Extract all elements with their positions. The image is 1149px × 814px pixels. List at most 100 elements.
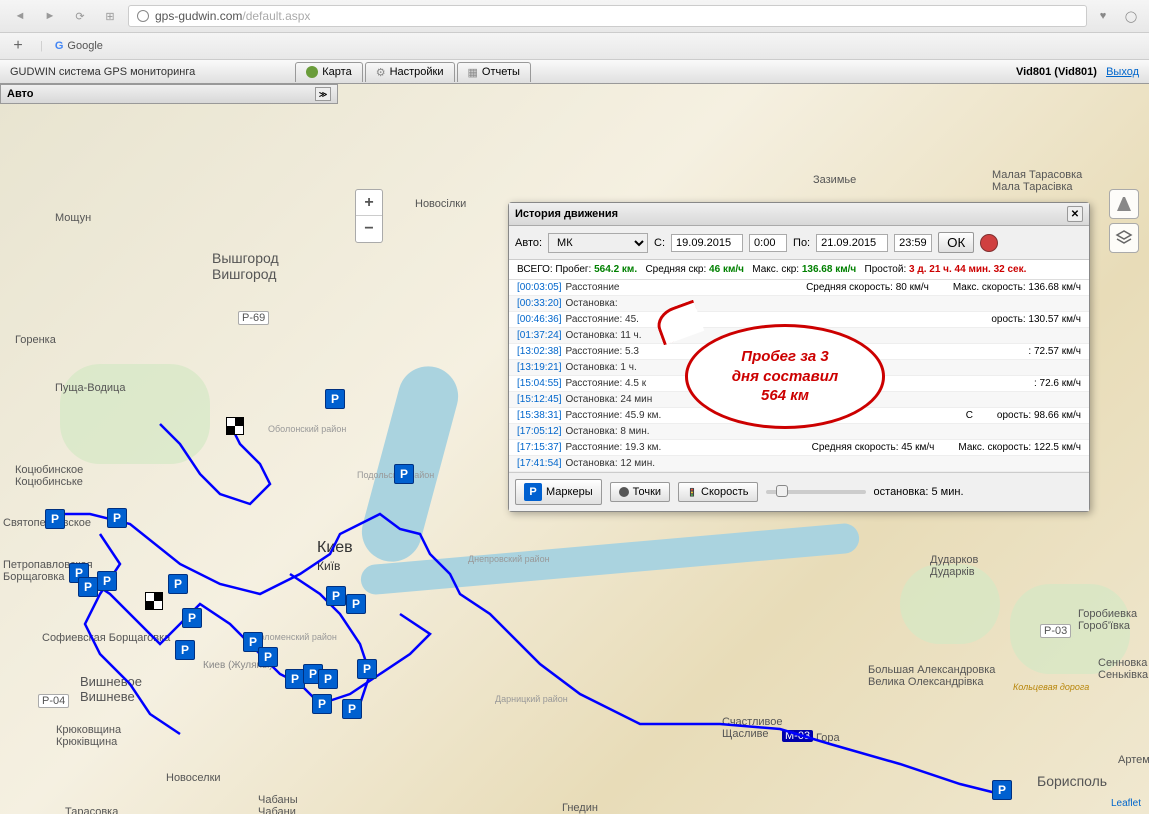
road-p69: Р-69	[238, 311, 269, 325]
parking-marker[interactable]: P	[182, 608, 202, 628]
city-gnedin: ГнединГнідин	[562, 802, 598, 814]
district-dneprovsky: Днепровский район	[468, 554, 550, 564]
globe-icon	[137, 10, 149, 22]
parking-marker[interactable]: P	[78, 577, 98, 597]
settings-icon: ⚙	[376, 66, 386, 79]
new-tab-button[interactable]: +	[8, 37, 28, 55]
district-solomensky: Соломенский район	[253, 632, 337, 642]
city-kiev: КиевКиїв	[317, 539, 353, 575]
parking-marker[interactable]: P	[175, 640, 195, 660]
history-row[interactable]: [17:41:54] Остановка: 12 мин.	[509, 456, 1089, 472]
profile-icon[interactable]: ◯	[1121, 6, 1141, 26]
city-bolshaya-olex: Большая АлександровкаВелика Олександрівк…	[868, 664, 995, 688]
city-sennovka: СенновкаСеньківка	[1098, 657, 1148, 681]
app-header: GUDWIN система GPS мониторинга Карта ⚙ Н…	[0, 60, 1149, 84]
browser-navigation-bar: ◄ ► ⟳ ⊞ gps-gudwin.com/default.aspx ♥ ◯	[0, 0, 1149, 33]
logout-link[interactable]: Выход	[1106, 66, 1139, 78]
parking-marker[interactable]: P	[45, 509, 65, 529]
forward-button[interactable]: ►	[38, 4, 62, 28]
from-time-input[interactable]	[749, 234, 787, 252]
zoom-out-button[interactable]: −	[356, 216, 382, 242]
favorite-icon[interactable]: ♥	[1093, 6, 1113, 26]
city-vishnevoe: ВишневоеВишневе	[80, 674, 142, 704]
district-obolonsky: Оболонский район	[268, 424, 346, 434]
parking-marker[interactable]: P	[318, 669, 338, 689]
map-layer-controls	[1109, 189, 1139, 253]
city-kryukov: КрюковщинаКрюківщина	[56, 724, 121, 748]
parking-marker[interactable]: P	[325, 389, 345, 409]
layers-button[interactable]	[1109, 223, 1139, 253]
road-layer-button[interactable]	[1109, 189, 1139, 219]
history-row[interactable]: [17:15:37] Расстояние: 19.3 км.Средняя с…	[509, 440, 1089, 456]
parking-marker[interactable]: P	[342, 699, 362, 719]
tab-map[interactable]: Карта	[295, 62, 362, 82]
parking-marker[interactable]: P	[394, 464, 414, 484]
leaflet-attribution[interactable]: Leaflet	[1111, 798, 1141, 809]
history-row[interactable]: [00:03:05] РасстояниеСредняя скорость: 8…	[509, 280, 1089, 296]
url-text: gps-gudwin.com/default.aspx	[155, 9, 310, 23]
city-novoselki: Новоселки	[166, 772, 221, 784]
history-row[interactable]: [00:33:20] Остановка:	[509, 296, 1089, 312]
city-kotsyubinskoe: КоцюбинскоеКоцюбинське	[15, 464, 83, 488]
road-p03: Р-03	[1040, 624, 1071, 638]
user-info: Vid801 (Vid801) Выход	[1006, 66, 1149, 78]
vehicle-select[interactable]: МК	[548, 233, 648, 253]
apps-button[interactable]: ⊞	[98, 4, 122, 28]
parking-marker[interactable]: P	[107, 508, 127, 528]
main-area: Авто ≫ КиевКиїв ВышгородВишгород Бориспо…	[0, 84, 1149, 814]
parking-marker[interactable]: P	[326, 586, 346, 606]
back-button[interactable]: ◄	[8, 4, 32, 28]
reload-button[interactable]: ⟳	[68, 4, 92, 28]
parking-marker[interactable]: P	[312, 694, 332, 714]
main-tabs: Карта ⚙ Настройки ▦ Отчеты	[295, 62, 533, 82]
parking-marker[interactable]: P	[258, 647, 278, 667]
parking-marker[interactable]: P	[168, 574, 188, 594]
city-zazimie: Зазимье	[813, 174, 856, 186]
flag-marker	[226, 417, 244, 435]
city-gorobievka: ГоробиевкаГороб'ївка	[1078, 608, 1137, 632]
stop-slider[interactable]	[766, 490, 866, 494]
sidebar-expand-button[interactable]: ≫	[315, 87, 331, 101]
city-moshchun: Мощун	[55, 212, 91, 224]
speed-button[interactable]: 🚦Скорость	[678, 482, 757, 502]
markers-button[interactable]: PМаркеры	[515, 479, 602, 505]
city-novosilky: Новосілки	[415, 198, 466, 210]
parking-marker[interactable]: P	[992, 780, 1012, 800]
road-m03: М-03	[782, 730, 813, 742]
map-icon	[306, 66, 318, 78]
tab-reports[interactable]: ▦ Отчеты	[457, 62, 531, 82]
city-artem: Артем	[1118, 754, 1149, 766]
parking-marker[interactable]: P	[346, 594, 366, 614]
parking-marker[interactable]: P	[357, 659, 377, 679]
from-date-input[interactable]	[671, 234, 743, 252]
city-schastlivoe: СчастливоеЩасливе	[722, 716, 782, 740]
tab-settings[interactable]: ⚙ Настройки	[365, 62, 455, 82]
sidebar-auto-header[interactable]: Авто ≫	[0, 84, 338, 104]
city-vyshgorod: ВышгородВишгород	[212, 250, 279, 282]
zoom-in-button[interactable]: +	[356, 190, 382, 216]
callout-annotation: Пробег за 3 дня составил 564 км	[685, 324, 885, 429]
browser-second-bar: + | G Google	[0, 33, 1149, 60]
stop-button[interactable]	[980, 234, 998, 252]
points-button[interactable]: Точки	[610, 482, 670, 502]
close-button[interactable]: ✕	[1067, 206, 1083, 222]
parking-marker[interactable]: P	[285, 669, 305, 689]
district-darnitsky: Дарницкий район	[495, 694, 568, 704]
to-date-input[interactable]	[816, 234, 888, 252]
city-dudarkov: ДударковДударків	[930, 554, 978, 578]
city-pushcha: Пуща-Водица	[55, 382, 125, 394]
to-time-input[interactable]	[894, 234, 932, 252]
city-gora: Гора	[816, 732, 840, 744]
history-summary: ВСЕГО: Пробег: 564.2 км. Средняя скр: 46…	[509, 260, 1089, 280]
history-controls: Авто: МК С: По: ОК	[509, 226, 1089, 260]
address-bar[interactable]: gps-gudwin.com/default.aspx	[128, 5, 1087, 27]
google-shortcut[interactable]: G Google	[55, 40, 103, 52]
zoom-control: + −	[355, 189, 383, 243]
city-sofievka: Софиевская Борщаговка	[42, 632, 170, 644]
city-gorenka: Горенка	[15, 334, 56, 346]
ok-button[interactable]: ОК	[938, 232, 974, 253]
history-footer: PМаркеры Точки 🚦Скорость остановка: 5 ми…	[509, 472, 1089, 511]
stop-label: остановка: 5 мин.	[874, 486, 964, 498]
parking-marker[interactable]: P	[97, 571, 117, 591]
history-panel-header[interactable]: История движения ✕	[509, 203, 1089, 226]
